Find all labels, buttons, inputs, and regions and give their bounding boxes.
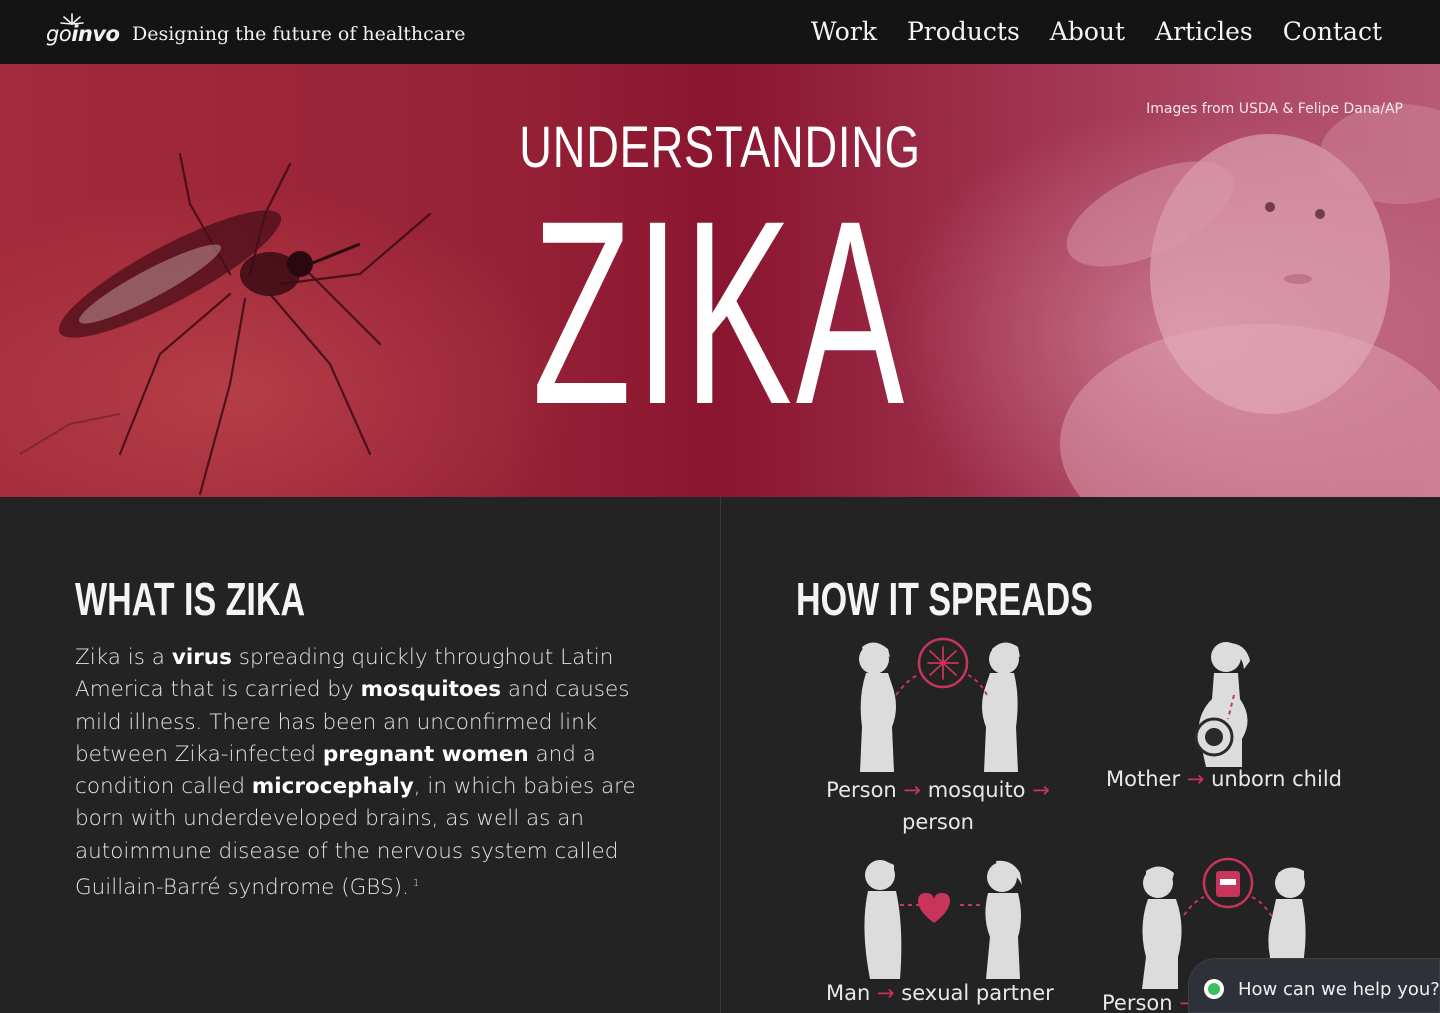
man-sexual-partner-icon <box>864 860 1022 979</box>
mother-unborn-child-icon <box>1194 642 1250 767</box>
what-is-zika-paragraph: Zika is a virus spreading quickly throug… <box>75 645 636 901</box>
chat-prompt: How can we help you? <box>1238 979 1440 1000</box>
nav-articles[interactable]: Articles <box>1155 17 1253 46</box>
spread-label-man-partner: Man → sexual partner <box>826 981 1054 1005</box>
goinvo-logo[interactable]: goinvo <box>46 13 120 50</box>
hero-banner: Images from USDA & Felipe Dana/AP UNDERS… <box>0 64 1440 497</box>
nav-about[interactable]: About <box>1050 17 1125 46</box>
how-it-spreads-heading: HOW IT SPREADS <box>796 573 1093 625</box>
nav-products[interactable]: Products <box>907 17 1020 46</box>
what-is-zika-heading: WHAT IS ZIKA <box>75 573 306 625</box>
site-tagline: Designing the future of healthcare <box>132 23 466 45</box>
online-status-icon <box>1204 979 1224 999</box>
content-section: WHAT IS ZIKA Zika is a virus spreading q… <box>0 497 1440 1013</box>
hero-title: ZIKA <box>532 166 908 459</box>
main-nav: Work Products About Articles Contact <box>811 17 1382 46</box>
nav-contact[interactable]: Contact <box>1283 17 1382 46</box>
logo-wordmark: goinvo <box>46 22 120 46</box>
top-navigation-bar: goinvo Designing the future of healthcar… <box>0 0 1440 64</box>
chat-widget-button[interactable]: How can we help you? <box>1188 958 1440 1013</box>
footnote-link[interactable]: 1 <box>413 878 419 889</box>
spread-label-mother-child: Mother → unborn child <box>1106 767 1342 791</box>
nav-work[interactable]: Work <box>811 17 877 46</box>
person-mosquito-person-icon <box>859 637 1020 772</box>
column-divider <box>720 497 721 1013</box>
spread-label-person-mosquito: Person → mosquito → person <box>826 778 1050 834</box>
